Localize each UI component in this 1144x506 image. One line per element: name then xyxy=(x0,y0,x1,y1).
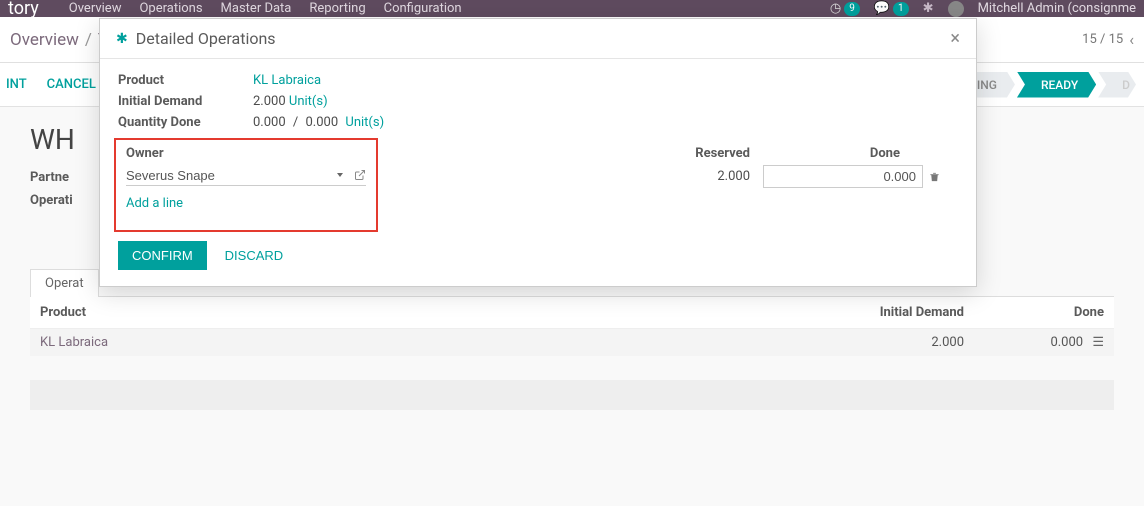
breadcrumb-sep: / xyxy=(85,30,92,50)
print-button[interactable]: INT xyxy=(6,77,27,92)
qty-unit[interactable]: Unit(s) xyxy=(345,115,384,130)
grid-footer xyxy=(30,380,1114,410)
owner-header: Owner xyxy=(126,146,376,161)
status-done[interactable]: D xyxy=(1098,72,1136,98)
nav-operations[interactable]: Operations xyxy=(139,1,202,16)
delete-row-icon[interactable] xyxy=(929,171,940,183)
app-title-fragment: tory xyxy=(8,0,39,19)
nav-configuration[interactable]: Configuration xyxy=(384,1,462,16)
clock-icon: ◷ xyxy=(830,1,841,16)
initial-demand-value: 2.000 xyxy=(253,94,286,109)
row-done: 0.000 ☰ xyxy=(964,335,1104,350)
external-link-icon[interactable] xyxy=(354,169,366,181)
add-line-link[interactable]: Add a line xyxy=(126,196,958,211)
product-link[interactable]: KL Labraica xyxy=(253,73,321,88)
breadcrumb-overview[interactable]: Overview xyxy=(10,30,79,50)
chevron-down-icon[interactable] xyxy=(337,173,343,177)
initial-demand-label: Initial Demand xyxy=(118,94,253,109)
nav-reporting[interactable]: Reporting xyxy=(309,1,365,16)
reserved-header: Reserved xyxy=(560,146,760,161)
initial-demand-unit[interactable]: Unit(s) xyxy=(289,94,328,109)
avatar[interactable] xyxy=(948,1,964,17)
record-counter: 15 / 15 xyxy=(1082,32,1123,47)
quantity-done-label: Quantity Done xyxy=(118,115,253,130)
product-label: Product xyxy=(118,73,253,88)
cancel-button[interactable]: CANCEL xyxy=(47,77,96,92)
done-header: Done xyxy=(760,146,940,161)
prev-record-icon[interactable]: ‹ xyxy=(1129,30,1134,49)
activity-indicator[interactable]: ◷ 9 xyxy=(830,1,860,16)
status-ready[interactable]: READY xyxy=(1017,72,1096,98)
grid-header: Product Initial Demand Done xyxy=(30,297,1114,329)
detailed-operations-modal: ✱ Detailed Operations × Product KL Labra… xyxy=(99,18,977,287)
nav-master-data[interactable]: Master Data xyxy=(221,1,292,16)
activity-badge: 9 xyxy=(844,2,860,16)
owner-input[interactable] xyxy=(126,168,333,183)
tab-operations[interactable]: Operat xyxy=(30,269,99,297)
chat-icon: 💬 xyxy=(874,1,890,16)
detailed-ops-icon[interactable]: ☰ xyxy=(1092,335,1104,350)
user-name[interactable]: Mitchell Admin (consignme xyxy=(978,1,1136,16)
col-header-product: Product xyxy=(40,305,734,320)
nav-overview[interactable]: Overview xyxy=(69,1,122,16)
row-initial: 2.000 xyxy=(734,335,964,350)
reserved-value: 2.000 xyxy=(560,169,760,184)
col-header-initial: Initial Demand xyxy=(734,305,964,320)
settings-icon[interactable]: ✱ xyxy=(923,1,934,16)
confirm-button[interactable]: CONFIRM xyxy=(118,241,207,270)
chat-badge: 1 xyxy=(893,2,909,16)
discard-button[interactable]: DISCARD xyxy=(225,248,284,263)
table-row[interactable]: KL Labraica 2.000 0.000 ☰ xyxy=(30,329,1114,356)
done-input[interactable] xyxy=(763,165,923,188)
qty-sep: / xyxy=(293,115,298,130)
modal-title: Detailed Operations xyxy=(136,29,276,48)
messaging-indicator[interactable]: 💬 1 xyxy=(874,1,909,16)
qty-done-value: 0.000 xyxy=(253,115,286,130)
top-navbar: tory Overview Operations Master Data Rep… xyxy=(0,0,1144,17)
close-icon[interactable]: × xyxy=(950,30,960,48)
row-product: KL Labraica xyxy=(40,335,734,350)
col-header-done: Done xyxy=(964,305,1104,320)
bug-icon[interactable]: ✱ xyxy=(116,31,128,47)
qty-total-value: 0.000 xyxy=(306,115,339,130)
